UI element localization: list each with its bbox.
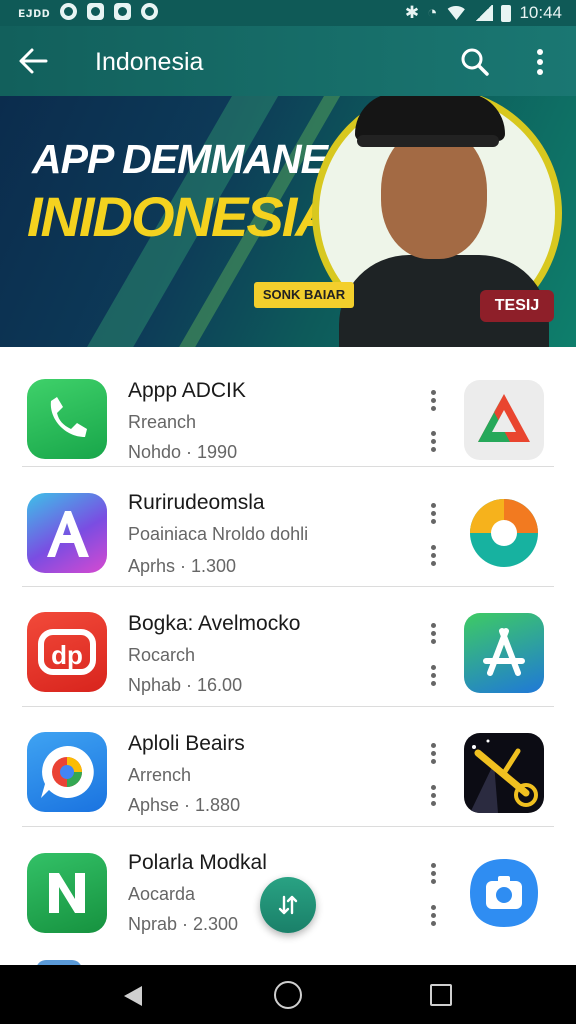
list-item[interactable]: dp Bogka: Avelmocko Rocarch Nphab · 16.0… — [0, 587, 576, 707]
banner-badge-right: TESIJ — [480, 290, 554, 322]
wifi-icon — [445, 6, 468, 20]
more-vert-icon[interactable] — [426, 743, 440, 765]
alarm-icon: ◔ — [427, 3, 438, 22]
app-subtitle: Rreanch — [128, 412, 197, 432]
app-name: Polarla Modkal — [128, 851, 267, 874]
svg-text:dp: dp — [51, 640, 83, 670]
camera-icon — [60, 3, 78, 20]
system-nav-bar — [0, 965, 576, 1024]
app-bar: Indonesia — [0, 26, 576, 96]
status-bar-right: ✱ ◔ 10:44 — [405, 3, 562, 23]
nav-back-button[interactable] — [120, 983, 146, 1009]
promo-banner[interactable]: APP DEMMANE INIDONESIA SONK BAIAR TESIJ — [0, 96, 576, 347]
app-meta: Nprab · 2.300 — [128, 914, 239, 934]
app-meta: Nohdo · 1990 — [128, 442, 238, 462]
app-name: Rurirudeomsla — [128, 491, 265, 514]
app-subtitle: Poainiaca Nroldo dohli — [128, 524, 309, 544]
battery-icon — [501, 4, 512, 22]
app-meta: Aphse · 1.880 — [128, 795, 241, 815]
app-name: Appp ADCIK — [128, 379, 246, 402]
chat-logo-icon: dp — [27, 612, 107, 692]
list-item-texts: Appp ADCIK Rreanch Nohdo · 1990 — [128, 379, 246, 463]
overflow-menu-button[interactable] — [530, 46, 550, 78]
status-time: 10:44 — [519, 3, 562, 22]
back-button[interactable] — [18, 47, 48, 75]
list-item-texts: Polarla Modkal Aocarda Nprab · 2.300 — [128, 851, 267, 935]
more-vert-icon[interactable] — [426, 665, 440, 687]
more-vert-icon[interactable] — [426, 785, 440, 807]
image-icon — [87, 3, 105, 20]
app-subtitle: Rocarch — [128, 645, 196, 665]
list-item[interactable]: Aploli Beairs Arrench Aphse · 1.880 — [0, 707, 576, 827]
search-button[interactable] — [460, 47, 490, 77]
banner-badge-left: SONK BAIAR — [254, 282, 354, 308]
portrait-visor — [357, 135, 499, 147]
search-icon — [461, 48, 489, 76]
banner-subheadline: INIDONESIA — [27, 185, 336, 248]
carrier-label: ᴇᴊᴅᴅ — [18, 3, 51, 20]
arrow-back-icon — [19, 48, 48, 74]
app-meta: Aprhs · 1.300 — [128, 556, 237, 576]
more-vert-icon — [537, 49, 543, 75]
nav-back-icon — [124, 986, 142, 1006]
letter-n-icon — [27, 853, 107, 933]
swirl-logo-icon[interactable] — [464, 493, 544, 573]
status-bar: ᴇᴊᴅᴅ ✱ ◔ 10:44 — [0, 0, 576, 26]
list-item-texts: Aploli Beairs Arrench Aphse · 1.880 — [128, 732, 245, 816]
more-vert-icon[interactable] — [426, 545, 440, 567]
more-vert-icon[interactable] — [426, 503, 440, 525]
list-item[interactable]: Appp ADCIK Rreanch Nohdo · 1990 — [0, 347, 576, 467]
more-vert-icon[interactable] — [426, 905, 440, 927]
bluetooth-icon: ✱ — [404, 3, 420, 22]
record-icon — [141, 3, 159, 20]
list-item-texts: Rurirudeomsla Poainiaca Nroldo dohli Apr… — [128, 491, 308, 577]
list-item-texts: Bogka: Avelmocko Rocarch Nphab · 16.00 — [128, 612, 300, 696]
shield-icon — [114, 3, 132, 20]
more-vert-icon[interactable] — [426, 863, 440, 885]
signal-icon — [475, 5, 494, 21]
delta-logo-icon[interactable] — [464, 380, 544, 460]
camera-app-icon[interactable] — [464, 853, 544, 933]
chrome-chat-icon — [27, 732, 107, 812]
app-subtitle: Arrench — [128, 765, 192, 785]
floating-action-button[interactable] — [260, 877, 316, 933]
status-bar-left: ᴇᴊᴅᴅ — [18, 3, 159, 20]
phone-icon — [27, 379, 107, 459]
more-vert-icon[interactable] — [426, 623, 440, 645]
more-vert-icon[interactable] — [426, 390, 440, 412]
more-vert-icon[interactable] — [426, 431, 440, 453]
app-name: Aploli Beairs — [128, 732, 245, 755]
letter-a-icon — [27, 493, 107, 573]
app-meta: Nphab · 16.00 — [128, 675, 243, 695]
bike-game-icon[interactable] — [464, 733, 544, 813]
app-subtitle: Aocarda — [128, 884, 196, 904]
nav-home-icon[interactable] — [274, 981, 302, 1009]
app-store-icon[interactable] — [464, 613, 544, 693]
nav-recents-icon[interactable] — [430, 984, 452, 1006]
page-title: Indonesia — [95, 48, 204, 76]
swap-icon — [278, 895, 298, 915]
banner-headline: APP DEMMANE — [32, 136, 328, 182]
list-item[interactable]: Rurirudeomsla Poainiaca Nroldo dohli Apr… — [0, 467, 576, 587]
app-name: Bogka: Avelmocko — [128, 612, 301, 635]
